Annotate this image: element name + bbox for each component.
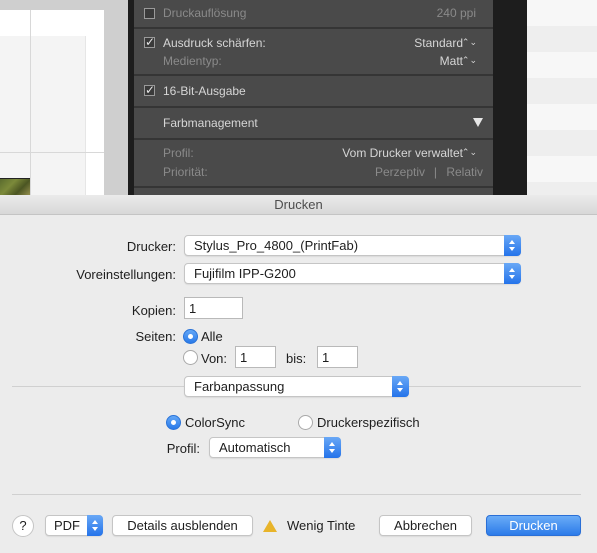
panel-divider	[134, 27, 493, 29]
copies-field[interactable]	[184, 297, 243, 319]
pages-all-radio[interactable]	[183, 329, 198, 344]
intent-perceptual-option[interactable]: Perzeptiv	[375, 165, 425, 179]
sharpen-label: Ausdruck schärfen:	[163, 36, 266, 50]
popup-arrows-icon	[392, 376, 409, 397]
pages-to-label: bis:	[286, 351, 307, 366]
panel-divider	[134, 106, 493, 108]
media-type-label: Medientyp:	[163, 54, 222, 68]
print-resolution-value[interactable]: 240 ppi	[437, 6, 476, 20]
section-popup-value: Farbanpassung	[194, 379, 285, 394]
pages-label: Seiten:	[135, 329, 176, 344]
popup-arrows-icon	[504, 263, 521, 284]
profile-label: Profil:	[166, 441, 200, 456]
print-dialog: Drucken Drucker: Stylus_Pro_4800_(PrintF…	[0, 195, 597, 553]
sharpen-row: Ausdruck schärfen: Standard ⌃⌄	[134, 35, 493, 52]
panel-divider	[134, 186, 493, 188]
sharpen-checkbox[interactable]	[144, 35, 155, 49]
pdf-label: PDF	[54, 518, 80, 533]
disclosure-triangle-down-icon[interactable]	[473, 118, 483, 127]
pages-range-radio[interactable]	[183, 350, 198, 365]
panel-divider	[134, 74, 493, 76]
cancel-button[interactable]: Abbrechen	[379, 515, 472, 536]
section-divider-right	[409, 386, 581, 387]
sharpen-dropdown-icon[interactable]: ⌃⌄	[462, 37, 477, 48]
print-button[interactable]: Drucken	[486, 515, 581, 536]
print-resolution-checkbox[interactable]	[144, 8, 155, 19]
media-type-value[interactable]: Matt	[440, 54, 463, 68]
background-list-stripes	[527, 0, 597, 195]
16bit-output-label: 16-Bit-Ausgabe	[163, 84, 246, 98]
media-type-dropdown-icon[interactable]: ⌃⌄	[462, 55, 477, 66]
background-app-window: Druckauflösung 240 ppi Ausdruck schärfen…	[0, 0, 597, 195]
printer-label: Drucker:	[126, 239, 176, 254]
copies-label: Kopien:	[131, 303, 176, 318]
color-profile-value[interactable]: Vom Drucker verwaltet	[342, 146, 463, 160]
warning-icon	[263, 520, 277, 532]
16bit-output-row: 16-Bit-Ausgabe	[134, 83, 493, 100]
rendering-intent-label: Priorität:	[163, 165, 208, 179]
hide-details-button[interactable]: Details ausblenden	[112, 515, 253, 536]
print-preview-area	[0, 0, 128, 195]
printer-popup[interactable]: Stylus_Pro_4800_(PrintFab)	[184, 235, 521, 256]
color-management-title: Farbmanagement	[163, 116, 258, 130]
popup-arrows-icon	[324, 437, 341, 458]
printer-specific-radio[interactable]	[298, 415, 313, 430]
section-divider-left	[12, 386, 184, 387]
printer-value: Stylus_Pro_4800_(PrintFab)	[194, 238, 359, 253]
colorsync-radio[interactable]	[166, 415, 181, 430]
presets-popup[interactable]: Fujifilm IPP-G200	[184, 263, 521, 284]
color-profile-dropdown-icon[interactable]: ⌃⌄	[462, 147, 477, 158]
color-profile-label: Profil:	[163, 146, 194, 160]
low-ink-warning: Wenig Tinte	[287, 518, 356, 533]
pages-from-label[interactable]: Von:	[201, 351, 227, 366]
color-management-header[interactable]: Farbmanagement	[134, 116, 493, 132]
printer-specific-label[interactable]: Druckerspezifisch	[317, 415, 420, 430]
preview-margin-area	[0, 36, 86, 195]
presets-value: Fujifilm IPP-G200	[194, 266, 296, 281]
colorsync-label[interactable]: ColorSync	[185, 415, 245, 430]
preview-guide-horizontal	[0, 152, 104, 153]
pages-to-field[interactable]	[317, 346, 358, 368]
footer-divider	[12, 494, 581, 495]
intent-relative-option[interactable]: Relativ	[446, 165, 483, 179]
panel-divider	[134, 138, 493, 140]
dialog-title: Drucken	[0, 195, 597, 215]
pages-all-label[interactable]: Alle	[201, 329, 223, 344]
section-popup[interactable]: Farbanpassung	[184, 376, 409, 397]
preview-guide-vertical	[30, 10, 31, 195]
rendering-intent-row: Priorität: Perzeptiv | Relativ	[134, 165, 493, 181]
print-job-panel: Druckauflösung 240 ppi Ausdruck schärfen…	[128, 0, 528, 195]
print-job-panel-content: Druckauflösung 240 ppi Ausdruck schärfen…	[134, 0, 493, 195]
help-button[interactable]: ?	[12, 515, 34, 537]
16bit-output-checkbox[interactable]	[144, 83, 155, 97]
color-profile-row: Profil: Vom Drucker verwaltet ⌃⌄	[134, 146, 493, 162]
media-type-row: Medientyp: Matt ⌃⌄	[134, 54, 493, 70]
pages-from-field[interactable]	[235, 346, 276, 368]
profile-popup[interactable]: Automatisch	[209, 437, 341, 458]
intent-separator: |	[433, 165, 437, 179]
preview-page	[0, 10, 104, 195]
popup-arrows-icon	[504, 235, 521, 256]
pdf-menu-button[interactable]: PDF	[45, 515, 103, 536]
preview-photo-thumbnail	[0, 178, 30, 195]
presets-label: Voreinstellungen:	[76, 267, 176, 282]
print-resolution-row: Druckauflösung 240 ppi	[134, 6, 493, 22]
chevron-down-icon	[87, 515, 103, 536]
sharpen-value[interactable]: Standard	[414, 36, 463, 50]
profile-value: Automatisch	[219, 440, 291, 455]
print-resolution-label: Druckauflösung	[163, 6, 247, 20]
